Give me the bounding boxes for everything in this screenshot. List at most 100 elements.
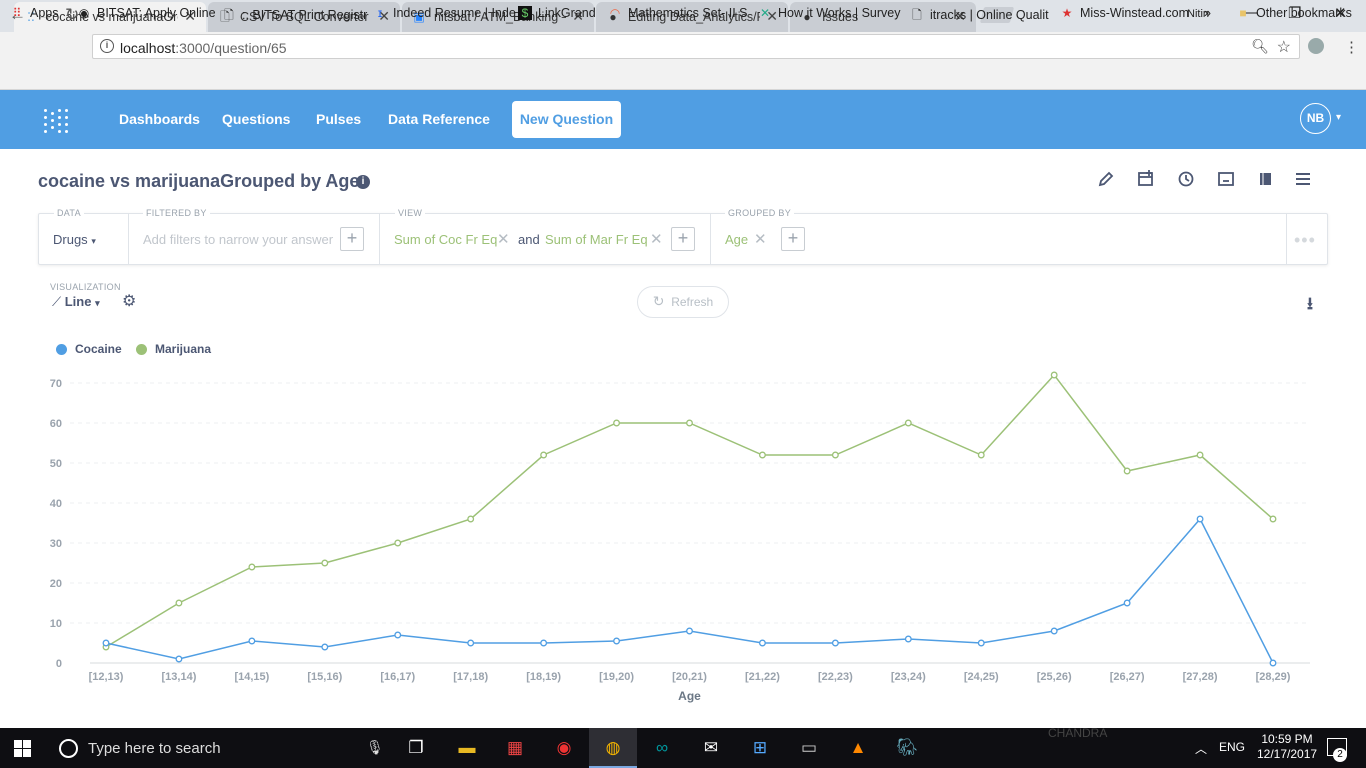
- y-tick-label: 70: [50, 378, 62, 390]
- bookmark-item[interactable]: 🗋:. BITSAT Print Registr: [222, 6, 367, 27]
- store-icon[interactable]: ▦: [503, 737, 527, 759]
- remove-metric-icon[interactable]: ✕: [650, 230, 663, 248]
- tray-chevron-up-icon[interactable]: ︿: [1195, 740, 1207, 757]
- data-point-cocaine: [394, 631, 402, 639]
- refresh-button[interactable]: ↻ Refresh: [637, 286, 729, 318]
- bookmark-item[interactable]: ★ Miss-Winstead.com: [1060, 6, 1189, 20]
- data-point-cocaine: [758, 639, 766, 647]
- app-navbar: [0, 90, 1366, 149]
- cortana-icon[interactable]: [59, 739, 78, 758]
- site-info-icon[interactable]: i: [100, 39, 114, 53]
- add-metric-button[interactable]: +: [671, 227, 695, 251]
- download-icon[interactable]: ⭳: [1307, 291, 1313, 320]
- chrome-icon[interactable]: ◍: [601, 737, 625, 759]
- nav-pulses[interactable]: Pulses: [316, 111, 361, 127]
- network-tool-icon[interactable]: ⊞: [748, 737, 772, 759]
- bookmark-apps[interactable]: ⠿ Apps: [10, 6, 59, 20]
- sql-icon[interactable]: [1217, 170, 1235, 188]
- extension-icon[interactable]: [1308, 38, 1324, 54]
- x-tick-label: [22,23): [818, 671, 853, 683]
- file-explorer-icon[interactable]: ▬: [455, 737, 479, 759]
- group-by-age[interactable]: Age: [725, 232, 748, 247]
- clock[interactable]: 10:59 PM 12/17/2017: [1257, 732, 1317, 762]
- divider: [128, 213, 129, 265]
- data-point-marijuana: [831, 451, 839, 459]
- y-tick-label: 0: [56, 658, 62, 670]
- data-point-marijuana: [321, 559, 329, 567]
- info-icon[interactable]: i: [356, 175, 370, 189]
- zoom-search-icon[interactable]: 🔍︎: [1251, 38, 1269, 55]
- remove-group-icon[interactable]: ✕: [754, 230, 767, 248]
- gear-icon[interactable]: ⚙: [122, 291, 136, 311]
- metabase-logo-icon[interactable]: [44, 109, 68, 133]
- metric-coc[interactable]: Sum of Coc Fr Eq: [394, 232, 497, 247]
- bookmark-item[interactable]: $ LinkGrand: [518, 6, 596, 20]
- pencil-icon[interactable]: [1097, 170, 1115, 188]
- bookmark-item[interactable]: ◠ Mathematics Set- II S: [608, 6, 748, 20]
- microphone-icon[interactable]: 🎙︎: [366, 739, 384, 756]
- postgres-icon[interactable]: 🐘︎: [895, 737, 919, 759]
- y-tick-label: 10: [50, 618, 62, 630]
- notification-count-badge: 2: [1333, 748, 1347, 762]
- line-chart-icon: ⟋: [52, 294, 62, 309]
- nav-dashboards[interactable]: Dashboards: [119, 111, 200, 127]
- data-point-marijuana: [904, 419, 912, 427]
- x-tick-label: [19,20): [599, 671, 634, 683]
- bookmarks-overflow[interactable]: »: [1204, 6, 1211, 20]
- browser-menu-icon[interactable]: ⋮: [1344, 38, 1359, 56]
- add-filter-button[interactable]: +: [340, 227, 364, 251]
- data-point-cocaine: [321, 643, 329, 651]
- data-point-marijuana: [758, 451, 766, 459]
- windows-start-icon[interactable]: [14, 740, 31, 757]
- add-grouping-button[interactable]: +: [781, 227, 805, 251]
- taskbar-search[interactable]: Type here to search: [88, 740, 221, 757]
- mail-icon[interactable]: ✉: [699, 737, 723, 759]
- bookmark-star-icon[interactable]: ☆: [1277, 37, 1291, 57]
- data-section-label: DATA: [54, 208, 84, 218]
- language-indicator[interactable]: ENG: [1219, 740, 1245, 754]
- data-source-select[interactable]: Drugs ▾: [53, 232, 96, 247]
- menu-icon[interactable]: [1294, 170, 1312, 188]
- divider: [1286, 213, 1287, 265]
- filter-placeholder[interactable]: Add filters to narrow your answer: [143, 232, 333, 247]
- metric-mar[interactable]: Sum of Mar Fr Eq: [545, 232, 648, 247]
- vlc-icon[interactable]: ▲: [846, 737, 870, 759]
- address-bar[interactable]: i localhost:3000/question/65 🔍︎ ☆: [92, 34, 1300, 59]
- more-options-icon[interactable]: •••: [1294, 230, 1316, 251]
- page-title: cocaine vs marijuanaGrouped by Age: [38, 171, 360, 191]
- avatar[interactable]: NB: [1300, 103, 1331, 134]
- arduino-icon[interactable]: ∞: [650, 737, 674, 759]
- and-label: and: [518, 232, 540, 247]
- terminal-icon[interactable]: ▭: [797, 737, 821, 759]
- data-point-marijuana: [1050, 371, 1058, 379]
- media-player-icon[interactable]: ◉: [552, 737, 576, 759]
- x-tick-label: [18,19): [526, 671, 561, 683]
- series-line-marijuana: [105, 373, 1274, 648]
- data-point-cocaine: [1050, 627, 1058, 635]
- notebook-icon[interactable]: [1257, 170, 1275, 188]
- visualization-type-select[interactable]: ⟋ Line ▾: [52, 294, 100, 310]
- bookmark-item[interactable]: 🗋 itracks | Online Qualit: [910, 6, 1048, 27]
- other-bookmarks[interactable]: ■ Other bookmarks: [1236, 6, 1352, 20]
- y-tick-label: 50: [50, 458, 62, 470]
- bookmark-item[interactable]: ✕ How it Works | Survey: [758, 6, 901, 20]
- data-point-cocaine: [613, 637, 621, 645]
- bookmark-item[interactable]: ɪ Indeed Resume | Inde: [373, 6, 516, 20]
- chevron-down-icon[interactable]: ▾: [1336, 112, 1341, 123]
- new-question-button[interactable]: New Question: [512, 101, 621, 138]
- bookmark-item[interactable]: ◉ BITSAT: Apply Online: [77, 6, 216, 20]
- data-point-marijuana: [613, 419, 621, 427]
- divider: [379, 213, 380, 265]
- remove-metric-icon[interactable]: ✕: [497, 230, 510, 248]
- x-tick-label: [26,27): [1110, 671, 1145, 683]
- x-tick-label: [12,13): [89, 671, 124, 683]
- y-tick-label: 40: [50, 498, 62, 510]
- history-icon[interactable]: [1177, 170, 1195, 188]
- nav-data-reference[interactable]: Data Reference: [388, 111, 490, 127]
- data-point-cocaine: [831, 639, 839, 647]
- nav-questions[interactable]: Questions: [222, 111, 290, 127]
- add-to-dashboard-icon[interactable]: [1137, 170, 1155, 188]
- task-view-icon[interactable]: ❐: [404, 737, 428, 759]
- data-point-marijuana: [540, 451, 548, 459]
- bookmarks-bar: [0, 62, 1366, 90]
